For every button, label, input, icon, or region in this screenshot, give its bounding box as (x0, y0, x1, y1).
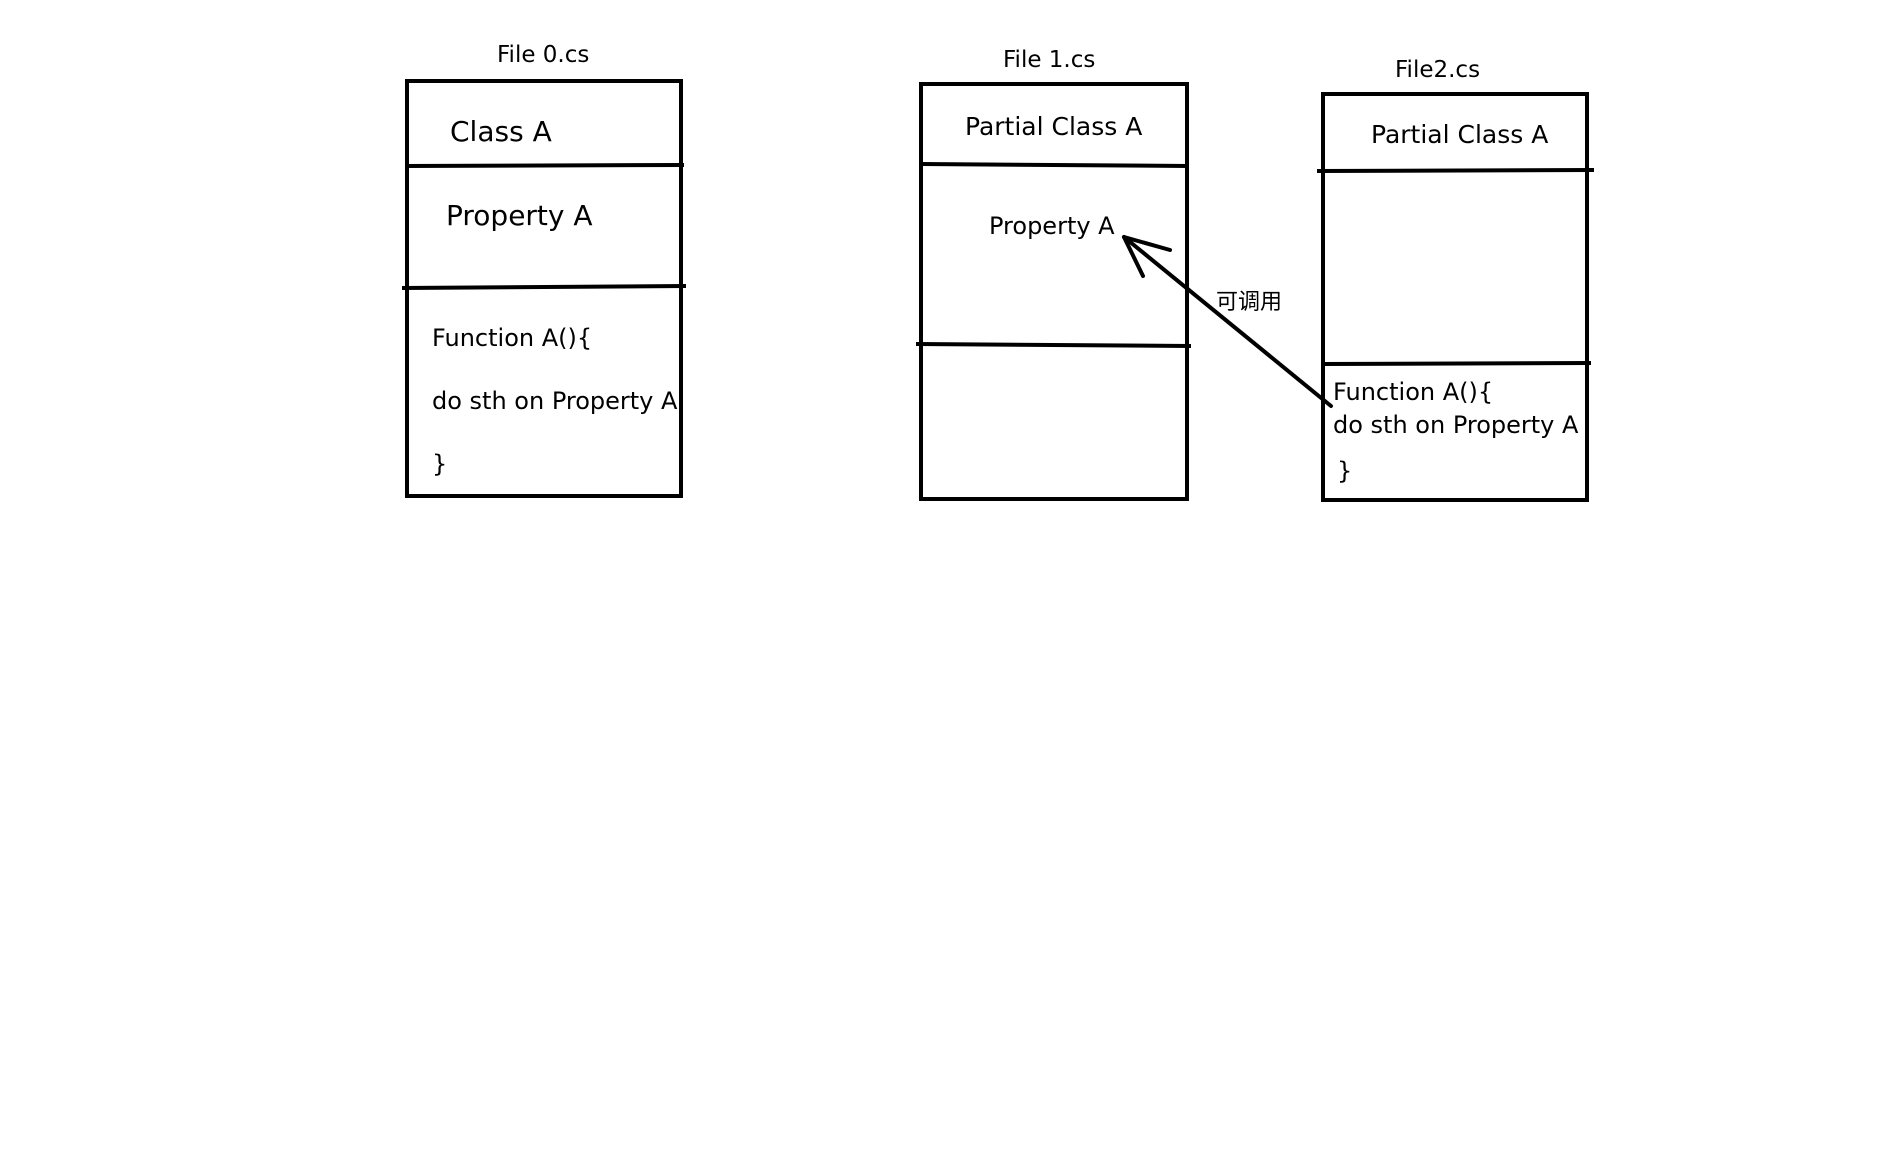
file2-outline (1321, 92, 1589, 502)
file2-function-line-1: Function A(){ (1333, 378, 1494, 406)
file2-box (1316, 92, 1595, 502)
file1-divider-property (915, 342, 1192, 348)
file0-function-line-3: } (432, 450, 448, 478)
file1-class-header: Partial Class A (965, 112, 1143, 141)
file2-class-header: Partial Class A (1371, 120, 1549, 149)
file0-label: File 0.cs (497, 42, 590, 68)
file1-property: Property A (989, 212, 1115, 240)
file2-divider-property (1322, 361, 1592, 366)
file0-divider-header (404, 163, 685, 168)
call-arrow-label: 可调用 (1216, 290, 1283, 315)
file2-divider-header (1316, 168, 1595, 173)
file1-outline (919, 82, 1189, 501)
file2-function-line-2: do sth on Property A (1333, 411, 1579, 439)
file1-box (915, 82, 1192, 501)
file1-label: File 1.cs (1003, 47, 1096, 73)
call-arrow-shaft (1122, 235, 1333, 408)
file0-divider-property (401, 284, 687, 290)
file0-function-line-1: Function A(){ (432, 324, 593, 352)
file2-label: File2.cs (1395, 57, 1481, 83)
file0-class-header: Class A (450, 115, 552, 148)
file0-function-line-2: do sth on Property A (432, 387, 678, 415)
call-arrow (1122, 235, 1333, 408)
file1-divider-header (920, 162, 1190, 168)
file0-property: Property A (446, 199, 593, 232)
diagram-canvas (401, 79, 1595, 502)
file2-function-line-3: } (1337, 457, 1353, 485)
